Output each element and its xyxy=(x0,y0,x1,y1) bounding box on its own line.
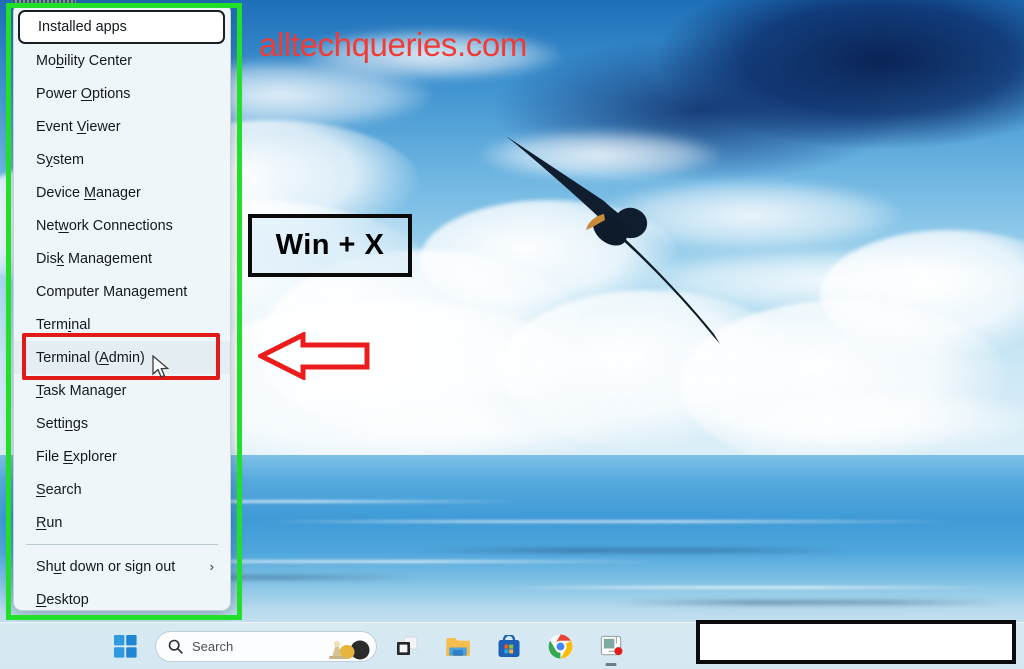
menu-separator xyxy=(26,544,218,545)
menu-item-disk-management[interactable]: Disk Management xyxy=(14,242,230,275)
menu-item-run[interactable]: Run xyxy=(14,506,230,539)
menu-item-network-connections[interactable]: Network Connections xyxy=(14,209,230,242)
menu-item-label: File Explorer xyxy=(36,448,117,465)
menu-item-settings[interactable]: Settings xyxy=(14,407,230,440)
winx-quick-link-menu[interactable]: Installed apps Mobility Center Power Opt… xyxy=(13,3,231,611)
menu-item-label: Settings xyxy=(36,415,89,432)
menu-item-label: Run xyxy=(36,514,63,531)
menu-item-desktop[interactable]: Desktop xyxy=(14,583,230,610)
menu-item-label: Event Viewer xyxy=(36,118,121,135)
menu-item-system[interactable]: System xyxy=(14,143,230,176)
menu-item-terminal[interactable]: Terminal xyxy=(14,308,230,341)
snipping-tool-icon[interactable] xyxy=(590,626,632,668)
snipping-tool-glyph xyxy=(600,635,622,656)
menu-item-label: Installed apps xyxy=(38,19,127,35)
bird-silhouette xyxy=(506,136,720,344)
microsoft-store-glyph xyxy=(498,634,520,657)
menu-item-label: Desktop xyxy=(36,591,89,608)
site-watermark: alltechqueries.com xyxy=(259,26,527,63)
desktop-screen: Installed apps Mobility Center Power Opt… xyxy=(0,0,1024,669)
menu-item-label: Shut down or sign out xyxy=(36,558,176,575)
widgets-icon[interactable] xyxy=(326,635,370,660)
menu-item-computer-management[interactable]: Computer Management xyxy=(14,275,230,308)
running-indicator xyxy=(605,662,617,666)
menu-item-shut-down-or-sign-out[interactable]: Shut down or sign out › xyxy=(14,550,230,583)
menu-item-label: Power Options xyxy=(36,85,131,102)
shortcut-callout-box: Win + X xyxy=(248,214,412,277)
microsoft-store-icon[interactable] xyxy=(488,626,530,668)
menu-item-file-explorer[interactable]: File Explorer xyxy=(14,440,230,473)
task-view-icon[interactable] xyxy=(386,626,428,668)
task-view-glyph xyxy=(397,636,418,655)
winx-menu-list: Installed apps Mobility Center Power Opt… xyxy=(14,4,230,610)
menu-item-search[interactable]: Search xyxy=(14,473,230,506)
shortcut-callout-label: Win + X xyxy=(275,229,385,261)
mouse-cursor xyxy=(152,355,170,378)
menu-item-label: Terminal xyxy=(36,316,91,333)
menu-item-event-viewer[interactable]: Event Viewer xyxy=(14,110,230,143)
menu-item-label: Mobility Center xyxy=(36,52,132,69)
menu-item-label: Computer Management xyxy=(36,283,188,300)
menu-item-label: Task Manager xyxy=(36,382,127,399)
search-icon xyxy=(168,639,183,654)
menu-item-label: Device Manager xyxy=(36,184,141,201)
search-input[interactable]: Search xyxy=(155,631,377,662)
menu-item-power-options[interactable]: Power Options xyxy=(14,77,230,110)
left-arrow-annotation xyxy=(258,332,370,380)
menu-item-label: Terminal (Admin) xyxy=(36,349,145,366)
taskbar-center-group: Search xyxy=(104,623,632,669)
menu-item-label: System xyxy=(36,151,84,168)
search-placeholder: Search xyxy=(192,639,234,654)
menu-item-label: Network Connections xyxy=(36,217,173,234)
menu-item-installed-apps[interactable]: Installed apps xyxy=(18,10,225,44)
menu-item-device-manager[interactable]: Device Manager xyxy=(14,176,230,209)
google-chrome-icon[interactable] xyxy=(539,626,581,668)
start-button[interactable] xyxy=(104,626,146,668)
chrome-glyph xyxy=(548,634,572,659)
menu-item-label: Disk Management xyxy=(36,250,152,267)
file-explorer-icon[interactable] xyxy=(437,626,479,668)
system-tray-cover-box xyxy=(696,620,1016,664)
windows-logo-icon xyxy=(113,635,137,658)
menu-item-task-manager[interactable]: Task Manager xyxy=(14,374,230,407)
menu-item-mobility-center[interactable]: Mobility Center xyxy=(14,44,230,77)
chevron-right-icon: › xyxy=(209,559,214,574)
file-explorer-glyph xyxy=(446,637,470,656)
menu-item-label: Search xyxy=(36,481,82,498)
menu-item-terminal-admin[interactable]: Terminal (Admin) xyxy=(14,341,230,374)
